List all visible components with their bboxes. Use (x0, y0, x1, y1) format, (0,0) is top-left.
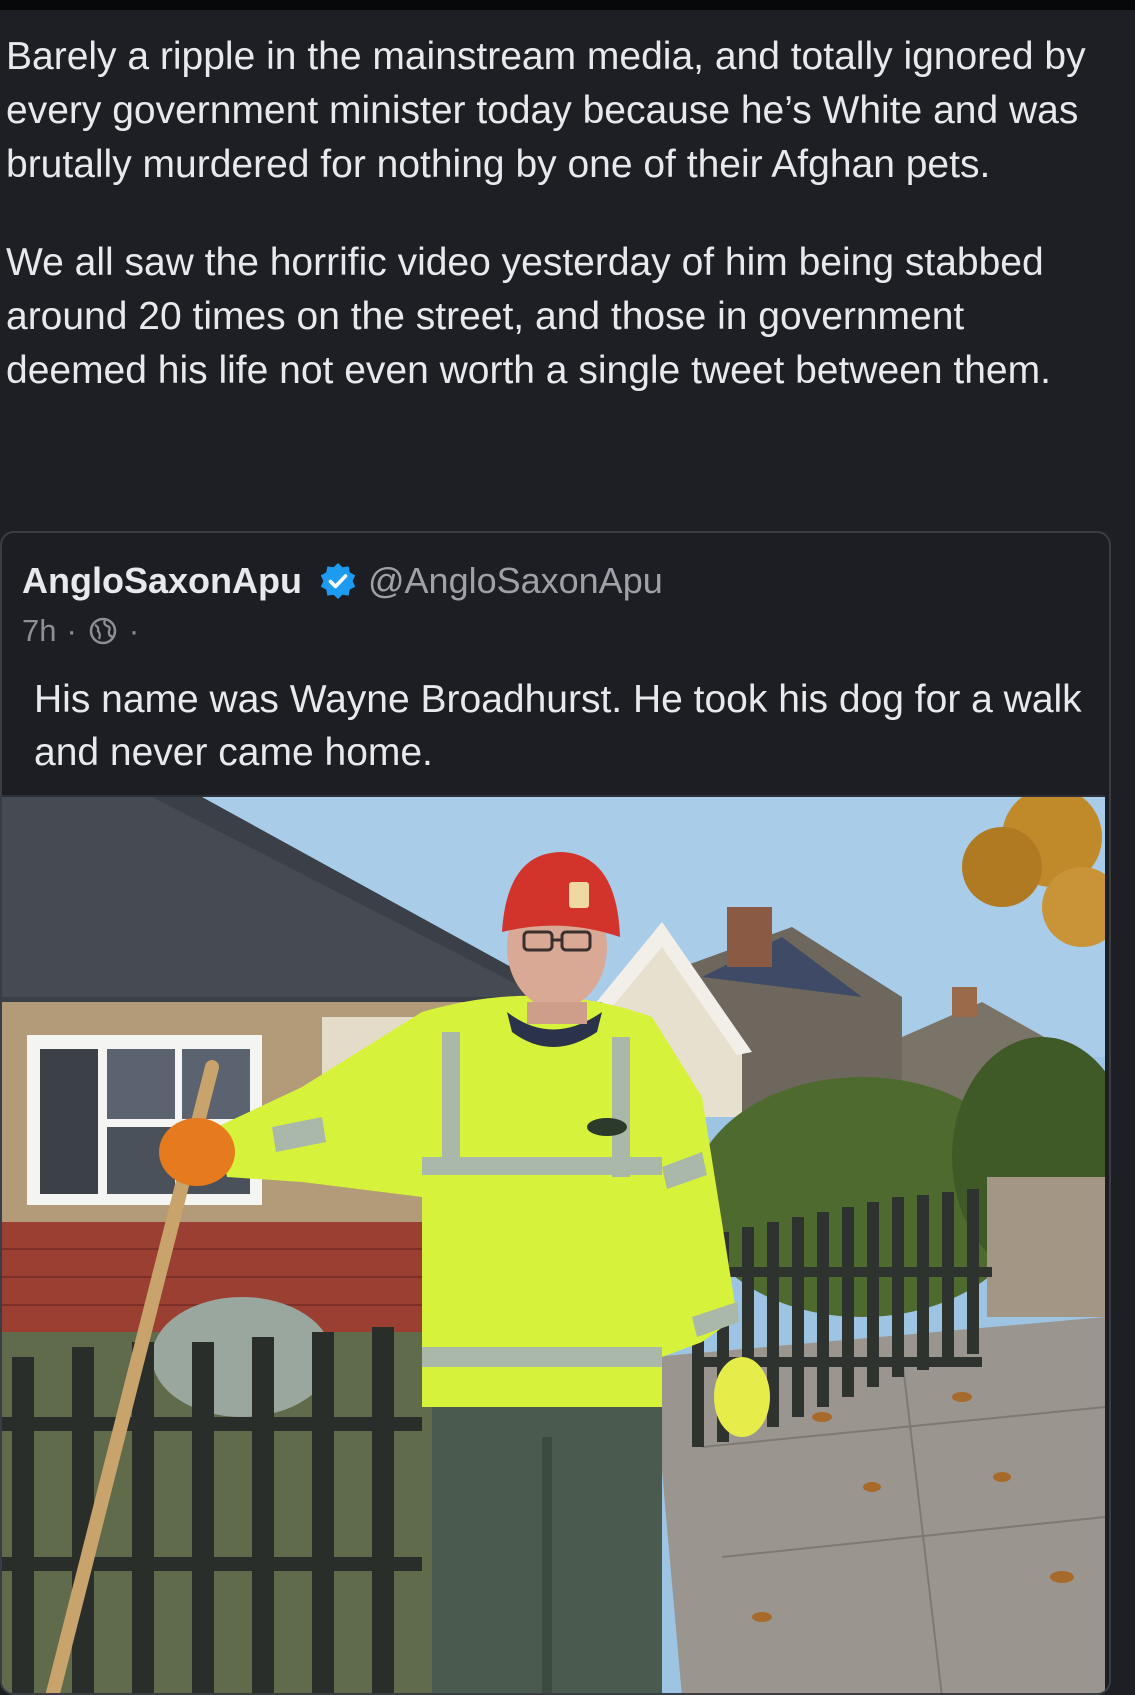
quoted-author-handle[interactable]: @AngloSaxonApu (368, 559, 663, 603)
meta-separator: · (66, 613, 77, 648)
verified-badge-icon (318, 561, 358, 601)
quoted-post-header: AngloSaxonApu @AngloSaxonApu (22, 559, 663, 603)
post-text: Barely a ripple in the mainstream media,… (6, 30, 1116, 398)
yellow-glove (714, 1357, 770, 1437)
meta-separator-2: · (128, 613, 140, 648)
globe-icon (87, 615, 119, 647)
post-paragraph-2: We all saw the horrific video yesterday … (6, 241, 1051, 392)
photo-illustration (2, 797, 1105, 1693)
quoted-post-card[interactable]: AngloSaxonApu @AngloSaxonApu 7h · · His … (0, 531, 1111, 1695)
quoted-post-text: His name was Wayne Broadhurst. He took h… (34, 678, 1082, 774)
quoted-author-name[interactable]: AngloSaxonApu (22, 559, 302, 603)
orange-glove (159, 1118, 235, 1186)
post-paragraph-1: Barely a ripple in the mainstream media,… (6, 35, 1086, 186)
top-bar (0, 0, 1135, 10)
post-timestamp: 7h (22, 613, 57, 648)
quoted-post-meta: 7h · · (22, 613, 149, 649)
post-photo[interactable] (2, 795, 1105, 1693)
